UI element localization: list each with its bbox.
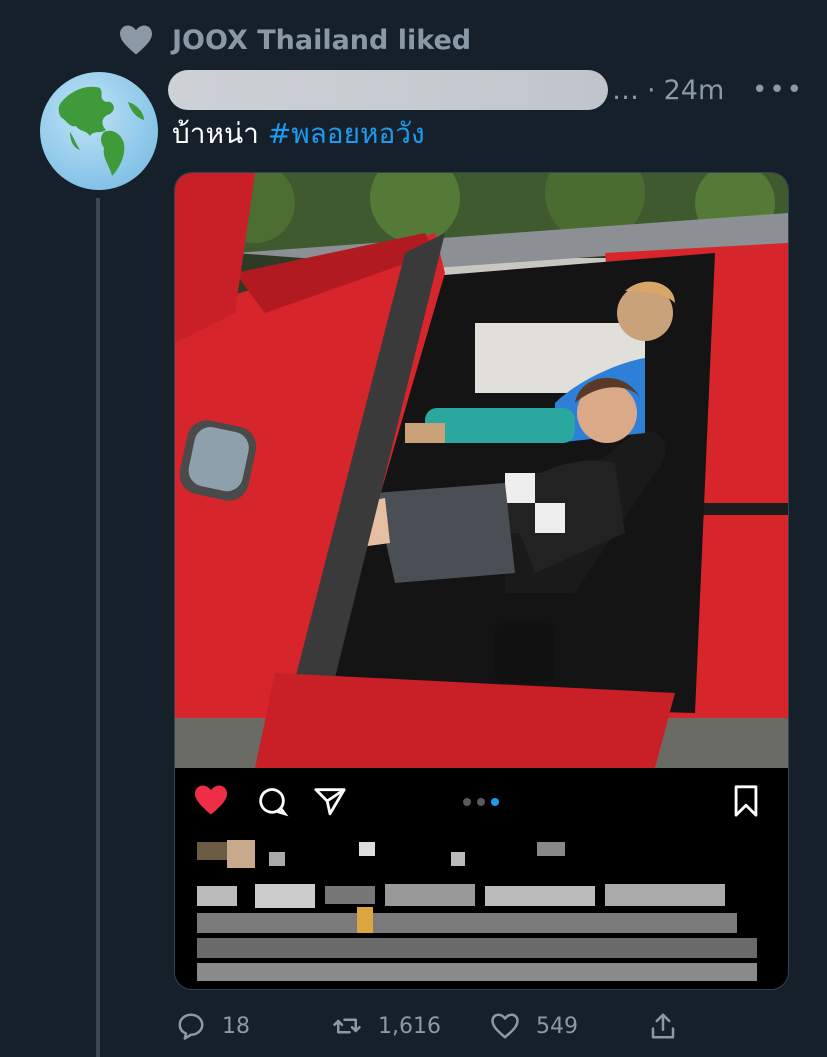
like-icon <box>491 1013 519 1039</box>
ig-heart-icon <box>195 785 227 815</box>
share-button[interactable] <box>648 1006 678 1046</box>
pixel-block <box>269 852 285 866</box>
tweet-text: บ้าหน่า #พลอยหอวัง <box>172 114 425 154</box>
pixel-block <box>197 842 227 860</box>
ig-comment-icon <box>259 788 289 817</box>
carousel-dot-active <box>491 798 499 806</box>
meta-separator: · <box>647 74 656 106</box>
blurred-username[interactable] <box>168 70 608 110</box>
tweet-actions: 18 1,616 549 <box>0 1006 827 1046</box>
pixel-block <box>255 884 315 908</box>
pixel-block <box>537 842 565 856</box>
carousel-dot <box>463 798 471 806</box>
retweet-count: 1,616 <box>378 1013 441 1039</box>
thread-line <box>96 198 100 1057</box>
tweet-body: บ้าหน่า <box>172 117 259 150</box>
pixel-block <box>385 884 475 906</box>
pixel-block <box>227 840 255 868</box>
pixel-block <box>485 886 595 906</box>
pixel-block <box>197 913 737 933</box>
pixel-block <box>197 886 237 906</box>
ig-share-icon <box>314 788 346 816</box>
tweet-time[interactable]: 24m <box>664 75 725 106</box>
pixel-block <box>325 886 375 904</box>
pixel-block <box>197 963 757 981</box>
heart-icon <box>120 25 152 55</box>
liked-by-text: JOOX Thailand liked <box>172 24 472 56</box>
pixel-block <box>357 907 373 933</box>
more-icon: ••• <box>752 75 805 105</box>
car-photo <box>175 173 788 768</box>
reply-count: 18 <box>222 1013 250 1039</box>
hashtag-link[interactable]: #พลอยหอวัง <box>268 117 425 150</box>
avatar[interactable] <box>40 72 158 190</box>
name-ellipsis: … <box>612 74 639 106</box>
like-button[interactable]: 549 <box>490 1006 578 1046</box>
carousel-dot <box>477 798 485 806</box>
pixel-block <box>451 852 465 866</box>
share-icon <box>651 1013 675 1039</box>
carousel-dots <box>463 798 499 806</box>
like-count: 549 <box>536 1013 578 1039</box>
pixel-block <box>197 938 757 958</box>
retweet-button[interactable]: 1,616 <box>332 1006 441 1046</box>
pixel-block <box>605 884 725 906</box>
ig-bookmark-icon <box>734 785 758 817</box>
tweet-meta: … · 24m <box>612 70 724 110</box>
instagram-action-bar <box>175 768 788 989</box>
reply-button[interactable]: 18 <box>176 1006 250 1046</box>
tweet-media[interactable] <box>174 172 789 990</box>
social-context[interactable]: JOOX Thailand liked <box>118 22 471 58</box>
retweet-icon <box>333 1018 361 1034</box>
pixel-block <box>359 842 375 856</box>
reply-icon <box>178 1013 204 1040</box>
globe-image <box>58 86 144 176</box>
more-options-button[interactable]: ••• <box>752 70 804 110</box>
